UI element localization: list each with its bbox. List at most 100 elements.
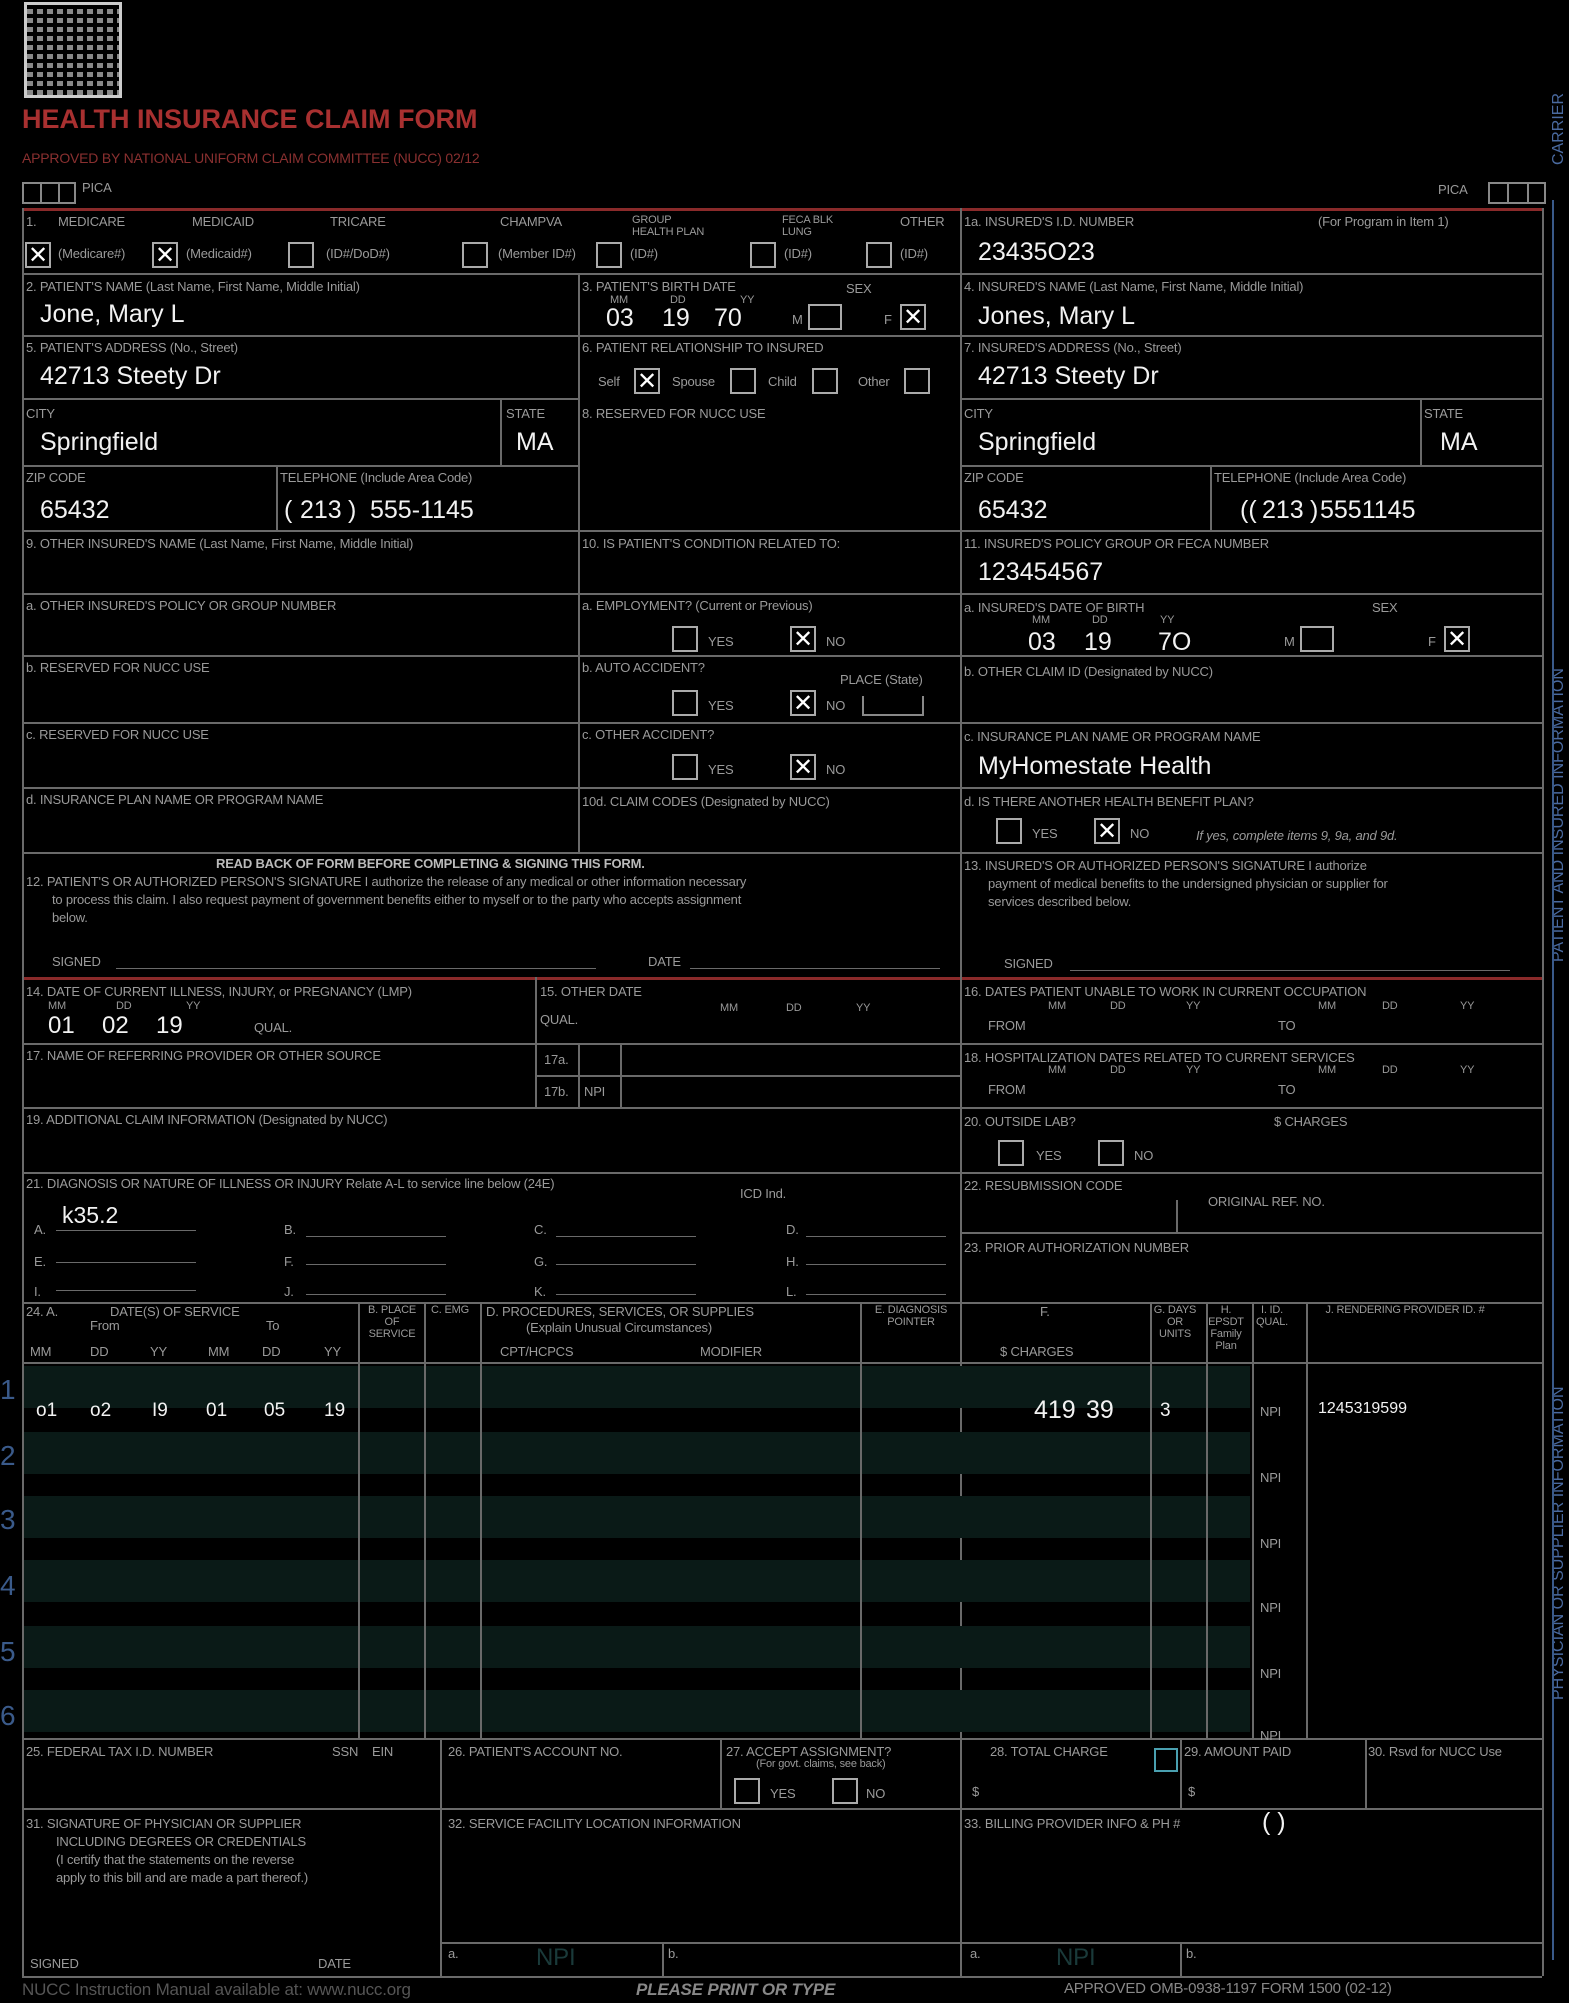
row1-provider-id[interactable]: 1245319599	[1318, 1400, 1407, 1418]
other-accident-no-checkbox[interactable]	[790, 753, 816, 782]
box5-value-text[interactable]: 42713 Steety Dr	[40, 362, 221, 391]
box7-state-text[interactable]: MA	[1440, 428, 1478, 457]
insured-sex-f-checkbox[interactable]	[1444, 625, 1470, 654]
auto-yes-checkbox[interactable]	[672, 690, 698, 716]
champva-checkbox[interactable]	[462, 242, 488, 268]
row1-from-dd[interactable]: o2	[90, 1400, 111, 1422]
row1-units[interactable]: 3	[1160, 1400, 1171, 1422]
box11-m-val-text[interactable]: 03	[1028, 628, 1056, 657]
feca-checkbox[interactable]	[750, 242, 776, 268]
box24-npi-text: NPI	[1260, 1600, 1282, 1615]
box7-zip-text[interactable]: 65432	[978, 496, 1048, 525]
box11-d-val-text[interactable]: 19	[1084, 628, 1112, 657]
patient-name-value[interactable]: Jone, Mary L	[40, 300, 185, 329]
box24-i-text: I. ID. QUAL.	[1255, 1304, 1288, 1328]
relationship-child-checkbox[interactable]	[812, 368, 838, 394]
relationship-other-checkbox[interactable]	[904, 368, 930, 394]
auto-no-checkbox[interactable]	[790, 689, 816, 718]
box1-tricare-text: TRICARE	[330, 214, 386, 229]
box3-m-val-text[interactable]: 03	[606, 304, 634, 333]
box14-dd-text: DD	[116, 1000, 132, 1012]
form-rule	[500, 398, 502, 465]
box11-value-text[interactable]: 123454567	[978, 558, 1103, 587]
box24-d-sub-text: (Explain Unusual Circumstances)	[526, 1320, 712, 1335]
box16-to-text: TO	[1278, 1018, 1296, 1033]
service-line-row[interactable]	[24, 1626, 1250, 1668]
total-charge-marker[interactable]	[1154, 1748, 1178, 1772]
outside-lab-no-checkbox[interactable]	[1098, 1140, 1124, 1166]
insured-sex-m-checkbox[interactable]	[1300, 626, 1334, 652]
box3-d-val-text[interactable]: 19	[662, 304, 690, 333]
box23-label-text: 23. PRIOR AUTHORIZATION NUMBER	[964, 1240, 1189, 1255]
service-line-row[interactable]	[24, 1432, 1250, 1474]
row1-from-yy[interactable]: I9	[152, 1400, 168, 1422]
service-line-row[interactable]	[24, 1690, 1250, 1732]
box5-zip-label-text: ZIP CODE	[26, 470, 86, 485]
other-checkbox[interactable]	[866, 242, 892, 268]
row1-to-yy[interactable]: 19	[324, 1400, 345, 1422]
box5-state-text[interactable]: MA	[516, 428, 554, 457]
insured-name-value[interactable]: Jones, Mary L	[978, 302, 1135, 331]
service-line-row[interactable]	[24, 1496, 1250, 1538]
accept-assignment-no-checkbox[interactable]	[832, 1778, 858, 1804]
box11-c-val-text[interactable]: MyHomestate Health	[978, 752, 1211, 781]
box33-a-text: a.	[970, 1946, 981, 1961]
box3-sex-text: SEX	[846, 281, 872, 296]
other-accident-yes-checkbox[interactable]	[672, 754, 698, 780]
box14-y-val-text[interactable]: 19	[156, 1012, 183, 1040]
tricare-checkbox[interactable]	[288, 242, 314, 268]
form-rule	[1180, 1942, 1182, 1976]
row1-charges[interactable]: 419	[1034, 1396, 1076, 1425]
box7-value-text[interactable]: 42713 Steety Dr	[978, 362, 1159, 391]
box4-label-text: 4. INSURED'S NAME (Last Name, First Name…	[964, 279, 1304, 294]
outside-lab-yes-checkbox[interactable]	[998, 1140, 1024, 1166]
box7-city-text[interactable]: Springfield	[978, 428, 1096, 457]
box3-y-val-text[interactable]: 70	[714, 304, 742, 333]
signature-line-12[interactable]	[116, 968, 596, 969]
box5-city-text[interactable]: Springfield	[40, 428, 158, 457]
row1-to-dd[interactable]: 05	[264, 1400, 285, 1422]
row1-from-mm[interactable]: o1	[36, 1400, 57, 1422]
box7-area-text[interactable]: 213	[1262, 496, 1304, 525]
signature-line-13[interactable]	[1070, 970, 1510, 971]
accept-assignment-yes-checkbox[interactable]	[734, 1778, 760, 1804]
date-line-12[interactable]	[690, 968, 940, 969]
auto-state-field[interactable]	[862, 696, 924, 716]
box5-area-text[interactable]: 213	[300, 496, 342, 525]
box5-zip-text[interactable]: 65432	[40, 496, 110, 525]
form-rule	[480, 1302, 482, 1738]
box24-to-text: To	[266, 1318, 280, 1333]
relationship-spouse-checkbox[interactable]	[730, 368, 756, 394]
row1-to-mm[interactable]: 01	[206, 1400, 227, 1422]
other-plan-no-checkbox[interactable]	[1094, 817, 1120, 846]
group-checkbox[interactable]	[596, 242, 622, 268]
box27-yes-text: YES	[770, 1786, 796, 1801]
box5-phone-text[interactable]: 555-1145	[370, 496, 474, 525]
box7-phone-text[interactable]: 5551145	[1320, 496, 1415, 525]
box33-paren-text: ( )	[1262, 1808, 1286, 1836]
patient-sex-m-checkbox[interactable]	[808, 304, 842, 330]
insured-id-value[interactable]: 23435O23	[978, 238, 1095, 267]
medicaid-checkbox[interactable]	[152, 241, 178, 270]
box14-d-val-text[interactable]: 02	[102, 1012, 129, 1040]
box22-orig-text: ORIGINAL REF. NO.	[1208, 1194, 1325, 1209]
other-plan-yes-checkbox[interactable]	[996, 818, 1022, 844]
box6-other-text: Other	[858, 374, 890, 389]
box16-mm-text: MM	[1048, 1000, 1066, 1012]
box7-state-label-text: STATE	[1424, 406, 1463, 421]
box15-qual-text: QUAL.	[540, 1012, 579, 1027]
box11-y-val-text[interactable]: 7O	[1158, 628, 1191, 657]
service-line-row[interactable]	[24, 1560, 1250, 1602]
medicare-checkbox[interactable]	[25, 241, 51, 270]
box10-yes-text: YES	[708, 634, 734, 649]
row1-cents[interactable]: 39	[1086, 1396, 1114, 1425]
box14-m-val-text[interactable]: 01	[48, 1012, 75, 1040]
box20-label-text: 20. OUTSIDE LAB?	[964, 1114, 1076, 1129]
form-rule	[22, 655, 1542, 657]
diagnosis-a-value[interactable]: k35.2	[62, 1202, 118, 1229]
employment-yes-checkbox[interactable]	[672, 626, 698, 652]
patient-sex-f-checkbox[interactable]	[900, 303, 926, 332]
employment-no-checkbox[interactable]	[790, 625, 816, 654]
relationship-self-checkbox[interactable]	[634, 367, 660, 396]
box20-charges-text: $ CHARGES	[1274, 1114, 1348, 1129]
